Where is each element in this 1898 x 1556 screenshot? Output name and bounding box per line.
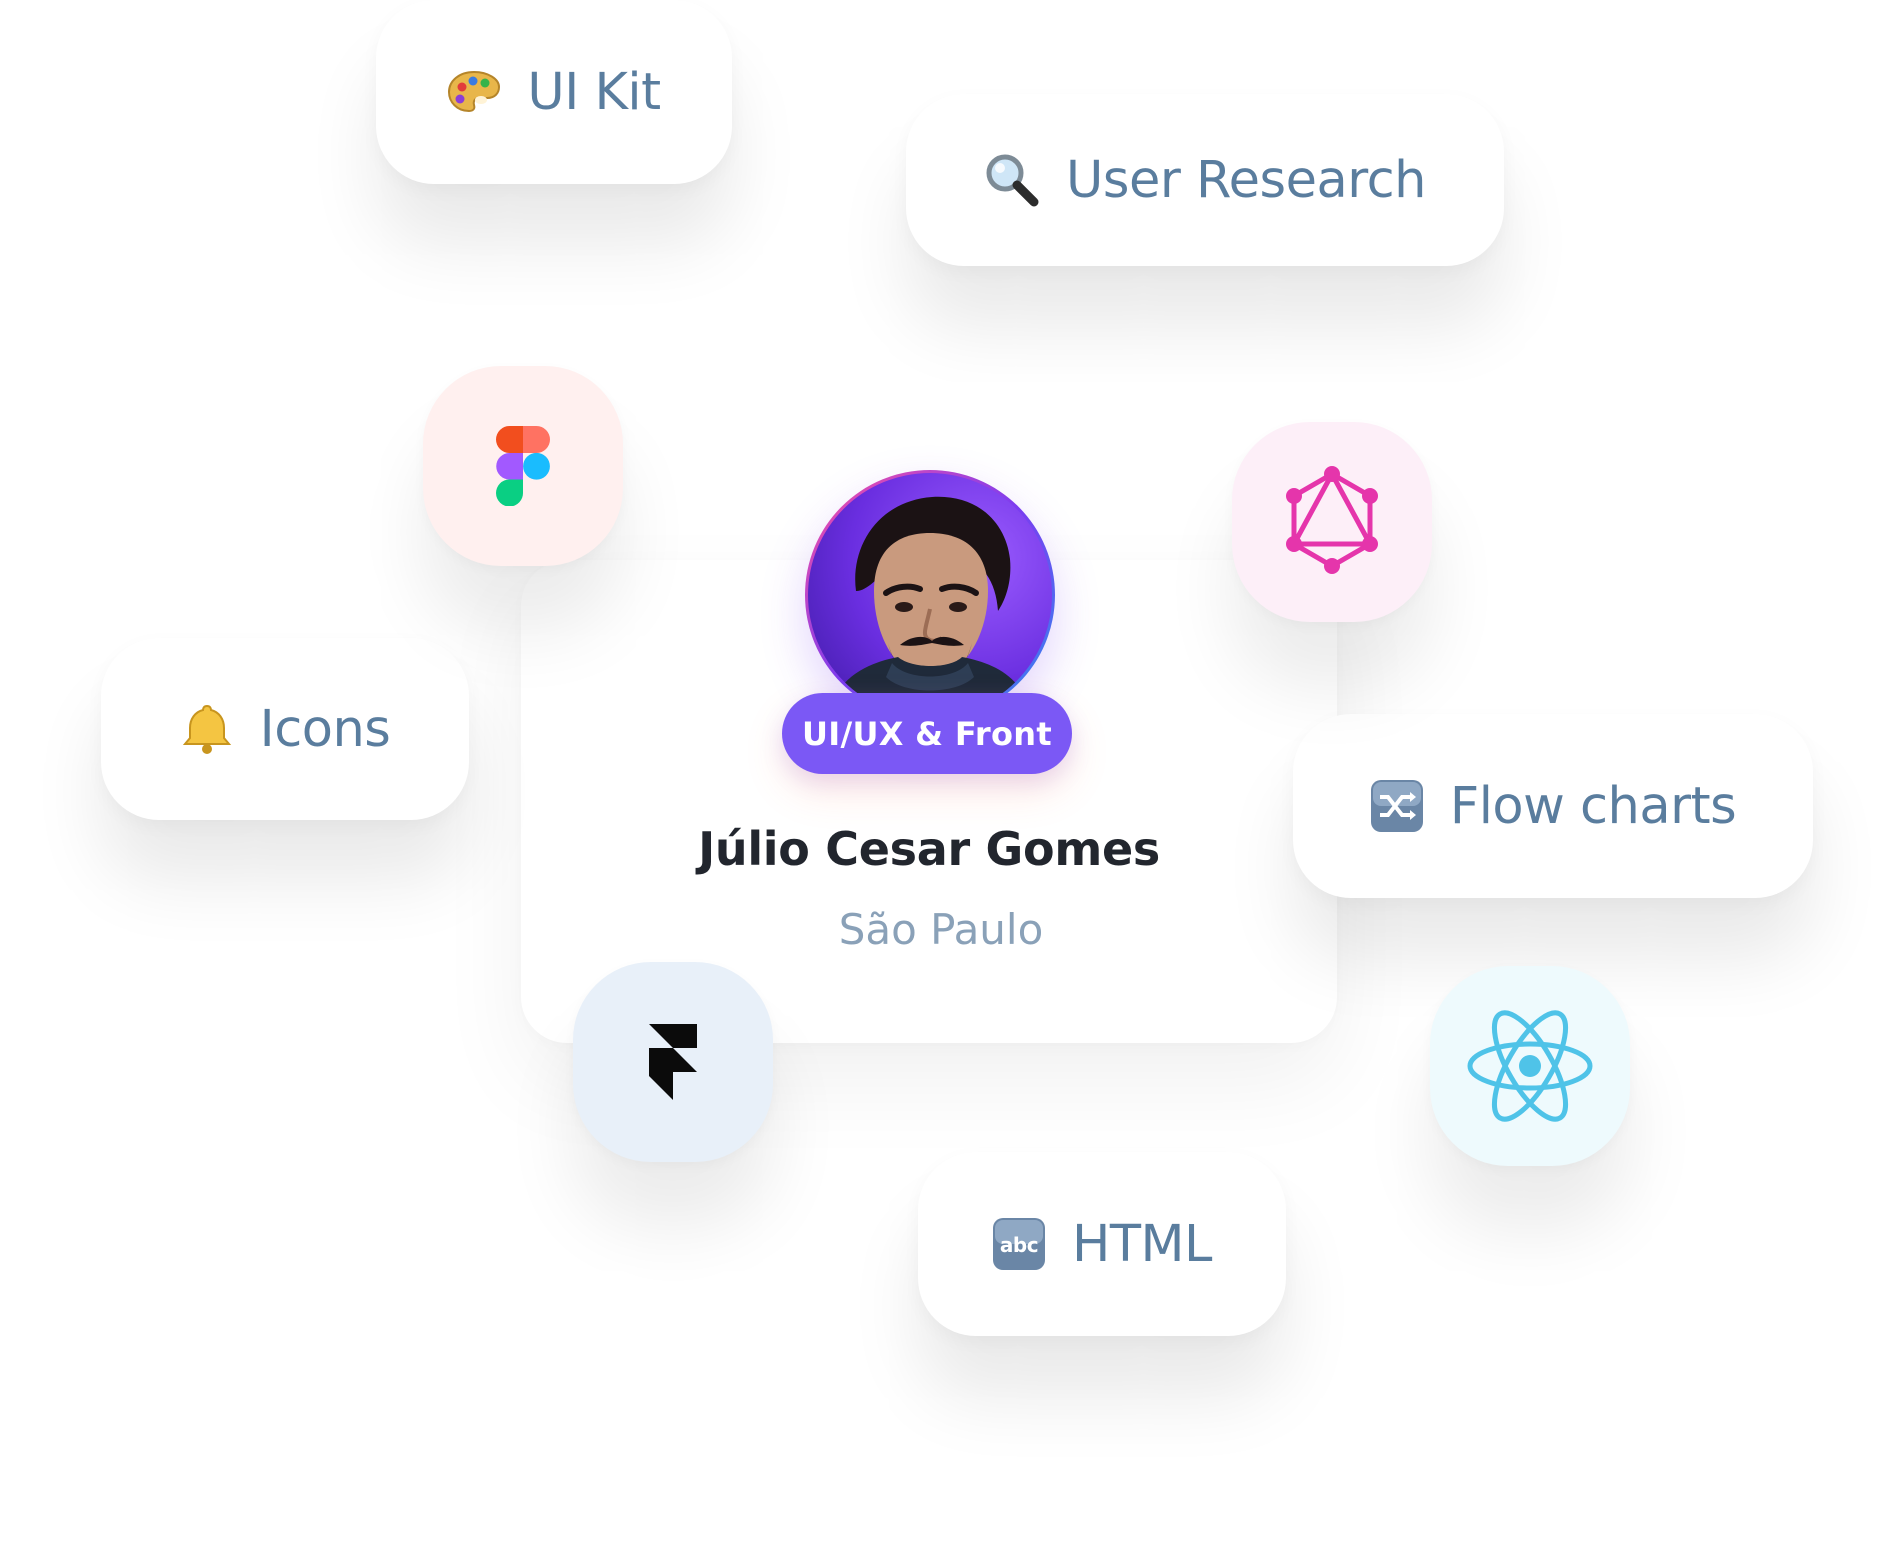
react-icon xyxy=(1467,1010,1593,1122)
abc-icon: abc xyxy=(992,1217,1046,1271)
role-badge: UI/UX & Front xyxy=(782,693,1072,774)
magnifying-glass-icon xyxy=(984,152,1040,208)
avatar-ring xyxy=(805,470,1055,720)
skill-pill-html[interactable]: abc HTML xyxy=(918,1152,1286,1336)
skill-pill-icons[interactable]: Icons xyxy=(101,638,469,820)
shuffle-icon xyxy=(1370,779,1424,833)
bell-icon xyxy=(180,702,234,756)
skill-pill-ui-kit[interactable]: UI Kit xyxy=(376,0,732,184)
react-tile[interactable] xyxy=(1430,966,1630,1166)
figma-tile[interactable] xyxy=(423,366,623,566)
artist-palette-icon xyxy=(447,70,501,114)
avatar xyxy=(808,473,1052,717)
graphql-icon xyxy=(1286,466,1378,574)
figma-icon xyxy=(496,426,550,506)
svg-text:abc: abc xyxy=(1000,1233,1038,1257)
skill-pill-flow-charts[interactable]: Flow charts xyxy=(1293,714,1813,898)
skill-pill-label: Flow charts xyxy=(1449,776,1737,836)
skill-pill-label: User Research xyxy=(1066,150,1426,210)
skill-pill-user-research[interactable]: User Research xyxy=(906,94,1504,266)
skill-pill-label: HTML xyxy=(1072,1214,1212,1274)
skill-pill-label: Icons xyxy=(259,699,391,759)
profile-location: São Paulo xyxy=(838,905,1044,954)
graphql-tile[interactable] xyxy=(1232,422,1432,622)
skill-pill-label: UI Kit xyxy=(527,62,661,122)
framer-tile[interactable] xyxy=(573,962,773,1162)
framer-icon xyxy=(649,1024,697,1100)
profile-name: Júlio Cesar Gomes xyxy=(698,822,1160,876)
